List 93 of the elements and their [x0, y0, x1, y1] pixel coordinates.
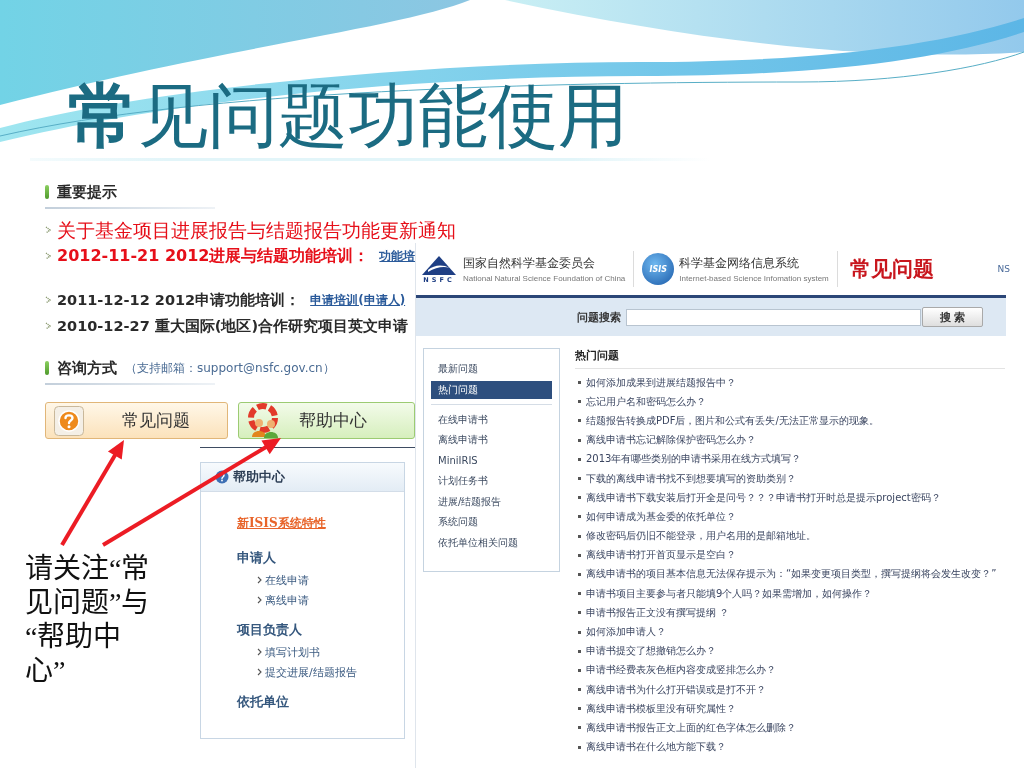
heading-marker-icon	[45, 185, 49, 199]
search-field[interactable]	[626, 308, 921, 326]
question-link[interactable]: 离线申请书报告正文上面的红色字体怎么删除？	[586, 720, 796, 735]
notice-text: 2012-11-21 2012进展与结题功能培训：	[57, 245, 370, 267]
question-link[interactable]: 申请书经费表灰色框内容变成竖排怎么办？	[586, 663, 776, 678]
sidebar-item[interactable]: 最新问题	[431, 359, 552, 380]
question-link[interactable]: 申请书项目主要参与者只能填9个人吗？如果需增加，如何操作？	[586, 586, 873, 601]
question-link[interactable]: 如何申请成为基金委的依托单位？	[586, 509, 736, 524]
chevron-icon	[45, 296, 51, 304]
question-link[interactable]: 申请书提交了想撤销怎么办？	[586, 644, 716, 659]
question-link[interactable]: 如何添加成果到进展结题报告中？	[586, 375, 736, 390]
mountain-logo-icon	[422, 254, 456, 275]
subcategory-link[interactable]: 填写计划书	[265, 644, 320, 660]
question-link[interactable]: 修改密码后仍旧不能登录，用户名用的是邮箱地址。	[586, 529, 816, 544]
notice-link[interactable]: 申请培训(申请人)	[310, 291, 406, 309]
question-link[interactable]: 离线申请书为什么打开错误或是打不开？	[586, 682, 766, 697]
chevron-icon	[45, 322, 51, 330]
subcategory-link[interactable]: 提交进展/结题报告	[265, 664, 357, 680]
bullet-icon	[578, 707, 581, 711]
sidebar-item[interactable]: 离线申请书	[431, 430, 552, 451]
question-link[interactable]: 离线申请书下载安装后打开全是问号？？？申请书打开时总是提示project密码？	[586, 490, 941, 505]
bullet-icon	[578, 438, 581, 442]
question-link[interactable]: 离线申请书的项目基本信息无法保存提示为：“如果变更项目类型，撰写提纲将会发生改变？”	[586, 567, 997, 582]
sidebar-item[interactable]: MiniIRIS	[431, 450, 552, 471]
question-link[interactable]: 结题报告转换成PDF后，图片和公式有丢失/无法正常显示的现象。	[586, 413, 879, 428]
organization-name-english: National Natural Science Foundation of China	[463, 274, 626, 283]
chevron-icon	[257, 576, 262, 584]
bullet-icon	[578, 592, 581, 596]
help-center-button[interactable]: 帮助中心	[238, 402, 415, 439]
sidebar-item[interactable]: 在线申请书	[431, 409, 552, 430]
bullet-icon	[578, 668, 581, 672]
help-icon	[54, 405, 84, 436]
question-link[interactable]: 离线申请书在什么地方能下载？	[586, 740, 726, 755]
bullet-icon	[578, 534, 581, 538]
contact-email-note: （支持邮箱：support@nsfc.gov.cn）	[125, 359, 335, 377]
isis-logo: ISIS	[642, 253, 675, 285]
organization-name: 国家自然科学基金委员会	[463, 255, 596, 272]
question-link[interactable]: 2013年有哪些类别的申请书采用在线方式填写？	[586, 452, 802, 467]
bullet-icon	[578, 649, 581, 653]
faq-button[interactable]: 常见问题	[45, 402, 228, 439]
question-link[interactable]: 离线申请书模板里没有研究属性？	[586, 701, 736, 716]
question-link[interactable]: 下载的离线申请书找不到想要填写的资助类别？	[586, 471, 796, 486]
chevron-icon	[257, 668, 262, 676]
question-link[interactable]: 申请书报告正文没有撰写提纲 ？	[586, 605, 730, 620]
subcategory-link[interactable]: 离线申请	[265, 592, 309, 608]
sidebar-item[interactable]: 依托单位相关问题	[431, 532, 552, 553]
notice-text: 2011-12-12 2012申请功能培训：	[57, 290, 301, 310]
bullet-icon	[578, 611, 581, 615]
sidebar-item[interactable]: 系统问题	[431, 512, 552, 533]
bullet-icon	[578, 496, 581, 500]
notice-link[interactable]: 功能培	[379, 247, 416, 265]
category-link[interactable]: 依托单位	[237, 693, 289, 711]
question-link[interactable]: 如何添加申请人？	[586, 625, 666, 640]
chevron-icon	[257, 648, 262, 656]
bullet-icon	[578, 745, 581, 749]
chevron-icon	[257, 596, 262, 604]
bullet-icon	[578, 381, 581, 385]
bullet-icon	[578, 477, 581, 481]
bullet-icon	[578, 400, 581, 404]
section-heading: 重要提示	[57, 182, 117, 202]
bullet-icon	[578, 688, 581, 692]
callout-text: 请关注“常见问题”与“帮助中心”	[25, 552, 151, 688]
bullet-icon	[578, 553, 581, 557]
help-icon	[215, 470, 229, 484]
category-link[interactable]: 申请人	[237, 549, 276, 567]
panel-title: 帮助中心	[233, 468, 285, 486]
bullet-icon	[578, 419, 581, 423]
subcategory-link[interactable]: 在线申请	[265, 572, 309, 588]
system-name: 科学基金网络信息系统	[679, 255, 801, 272]
section-heading: 咨询方式	[57, 358, 117, 378]
category-link[interactable]: 项目负责人	[237, 621, 302, 639]
notice-text: 关于基金项目进展报告与结题报告功能更新通知	[57, 218, 456, 243]
sidebar-item[interactable]: 计划任务书	[431, 471, 552, 492]
header-text: NS	[997, 264, 1011, 274]
search-label: 问题搜索	[577, 309, 621, 325]
question-link[interactable]: 忘记用户名和密码怎么办？	[586, 394, 706, 409]
search-button[interactable]: 搜 索	[922, 307, 983, 327]
sidebar-item[interactable]: 热门问题	[431, 380, 552, 399]
bullet-icon	[578, 726, 581, 730]
sidebar-item[interactable]: 进展/结题报告	[431, 491, 552, 512]
question-link[interactable]: 离线申请书打开首页显示是空白？	[586, 548, 736, 563]
bullet-icon	[578, 630, 581, 634]
system-name-english: Internet-based Science Infomation system	[679, 274, 829, 283]
page-title: 常见问题	[849, 256, 934, 283]
notice-text: 2010-12-27 重大国际(地区)合作研究项目英文申请	[57, 316, 409, 336]
chevron-icon	[45, 252, 51, 260]
heading-marker-icon	[45, 361, 49, 375]
bullet-icon	[578, 515, 581, 519]
bullet-icon	[578, 572, 581, 576]
bullet-icon	[578, 457, 581, 461]
list-heading: 热门问题	[575, 348, 1005, 369]
question-link[interactable]: 离线申请书忘记解除保护密码怎么办？	[586, 433, 756, 448]
chevron-icon	[45, 226, 51, 234]
